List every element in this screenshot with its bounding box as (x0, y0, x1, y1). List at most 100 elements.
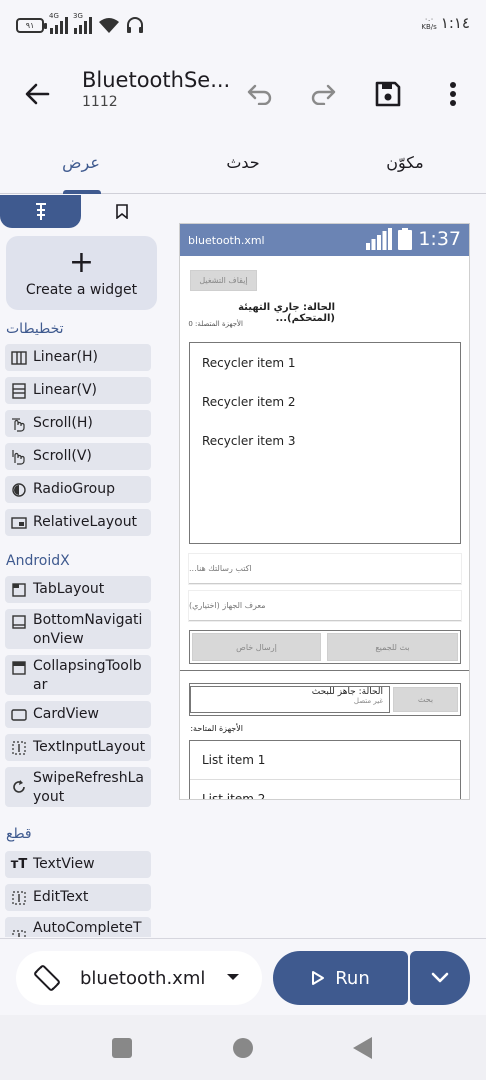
network-speed: ٠.٠ KB/s (421, 15, 437, 31)
widget-bottomnavigationview[interactable]: BottomNavigati onView (5, 609, 151, 649)
create-widget-button[interactable]: + Create a widget (6, 236, 157, 310)
system-nav-bar (0, 1015, 486, 1080)
back-nav-button[interactable] (353, 1037, 372, 1059)
broadcast-button[interactable]: بث للجميع (327, 633, 458, 661)
run-label: Run (335, 967, 370, 989)
card-icon (11, 707, 27, 723)
battery-icon: ٩١ (16, 17, 47, 33)
widgets-icon (35, 202, 46, 220)
widget-autocompletetextview[interactable]: AutoCompleteT extView (5, 917, 151, 937)
text-icon: тT (10, 857, 28, 872)
back-button[interactable] (20, 76, 56, 112)
signal-icon (366, 228, 393, 250)
widget-linear-v[interactable]: Linear(V) (5, 377, 151, 404)
not-connected-text: غير متصل (353, 697, 383, 705)
swipe-vertical-icon (11, 449, 27, 465)
widget-linear-h[interactable]: Linear(H) (5, 344, 151, 371)
run-button[interactable]: Run (273, 951, 408, 1005)
file-selector[interactable]: bluetooth.xml (16, 951, 262, 1005)
bottom-bar: bluetooth.xml Run (0, 938, 486, 1015)
recent-apps-button[interactable] (112, 1038, 132, 1058)
redo-button[interactable] (303, 74, 343, 114)
palette-tab-widgets[interactable] (0, 195, 81, 228)
stop-button[interactable]: إيقاف التشغيل (190, 270, 257, 291)
project-title: BluetoothSe... (82, 68, 231, 92)
rows-icon (11, 382, 27, 399)
app-bar: BluetoothSe... 1112 (0, 56, 486, 132)
undo-icon (247, 84, 272, 105)
main-tabs: عرض حدث مكوّن (0, 132, 486, 194)
wifi-icon (99, 18, 119, 33)
chevron-down-icon (431, 972, 449, 983)
divider (180, 670, 469, 671)
redo-icon (311, 84, 336, 105)
widget-collapsingtoolbar[interactable]: CollapsingToolb ar (5, 655, 151, 695)
recycler-item: Recycler item 1 (202, 355, 296, 370)
network-type-2: 3G (73, 12, 83, 20)
refresh-icon (11, 779, 27, 795)
save-icon (375, 81, 401, 107)
widget-relativelayout[interactable]: RelativeLayout (5, 509, 151, 536)
edit-text-icon (11, 890, 27, 906)
recycler-item: Recycler item 2 (202, 394, 296, 409)
status-time: ١:١٤ (440, 14, 470, 32)
home-button[interactable] (233, 1038, 253, 1058)
search-status-text: الحالة: جاهز للبحث (311, 687, 383, 697)
widget-swiperefreshlayout[interactable]: SwipeRefreshLa yout (5, 767, 151, 807)
toolbar-icon (11, 660, 27, 676)
tab-event[interactable]: حدث (162, 132, 324, 193)
plus-icon: + (68, 245, 95, 280)
autocomplete-icon (11, 929, 27, 937)
save-button[interactable] (368, 74, 408, 114)
devices-list[interactable]: List item 1 List item 2 (189, 740, 461, 799)
layout-preview[interactable]: bluetooth.xml 1:37 إيقاف التشغيل الحالة:… (179, 223, 470, 800)
message-input[interactable]: اكتب رسالتك هنا... (189, 554, 461, 584)
create-widget-label: Create a widget (25, 282, 138, 298)
more-vert-icon (450, 82, 456, 106)
status-bar: ٩١ 4G 3G ٠.٠ KB/s ١:١٤ (0, 0, 486, 56)
swipe-horizontal-icon (11, 416, 27, 432)
device-id-input[interactable]: معرف الجهاز (اختياري) (189, 591, 461, 621)
battery-icon (398, 228, 413, 250)
preview-clock: 1:37 (418, 228, 461, 250)
search-status-box: الحالة: جاهز للبحث غير متصل (190, 686, 390, 713)
play-icon (312, 971, 325, 985)
widget-cardview[interactable]: CardView (5, 701, 151, 728)
preview-file-name: bluetooth.xml (188, 233, 265, 247)
tab-view[interactable]: عرض (0, 132, 162, 194)
signal-icon: 4G (49, 12, 68, 34)
dropdown-arrow-icon (227, 974, 239, 980)
undo-button[interactable] (240, 74, 280, 114)
project-id: 1112 (82, 94, 118, 110)
arrow-left-icon (25, 83, 50, 105)
widget-textinputlayout[interactable]: TextInputLayout (5, 734, 151, 761)
radio-icon (11, 482, 27, 498)
available-devices-label: الأجهزة المتاحة: (190, 724, 243, 733)
widget-scroll-h[interactable]: Scroll(H) (5, 410, 151, 437)
recycler-item: Recycler item 3 (202, 433, 296, 448)
list-item[interactable]: List item 2 (190, 780, 460, 799)
run-options-button[interactable] (410, 951, 470, 1005)
search-row: الحالة: جاهز للبحث غير متصل بحث (189, 683, 461, 716)
preview-status-bar: bluetooth.xml 1:37 (180, 224, 469, 256)
connected-devices-text: الأجهزة المتصلة: 0 (188, 320, 243, 328)
network-type-1: 4G (49, 12, 59, 20)
palette-tab-bookmarks[interactable] (81, 195, 162, 228)
private-send-button[interactable]: إرسال خاص (192, 633, 321, 661)
widget-scroll-v[interactable]: Scroll(V) (5, 443, 151, 470)
more-options-button[interactable] (433, 74, 473, 114)
widget-palette: + Create a widget تخطيطات Linear(H) Line… (0, 195, 170, 937)
widget-tablayout[interactable]: TabLayout (5, 576, 151, 603)
recycler-view[interactable]: Recycler item 1 Recycler item 2 Recycler… (189, 342, 461, 544)
bottom-nav-icon (11, 614, 27, 630)
search-button[interactable]: بحث (393, 687, 458, 712)
list-item[interactable]: List item 1 (190, 741, 460, 780)
columns-icon (11, 350, 27, 366)
screen-rotation-icon (32, 963, 62, 993)
text-input-icon (11, 740, 27, 756)
section-widgets: قطع (6, 826, 32, 842)
widget-radiogroup[interactable]: RadioGroup (5, 476, 151, 503)
widget-textview[interactable]: тT TextView (5, 851, 151, 878)
widget-edittext[interactable]: EditText (5, 884, 151, 911)
tab-component[interactable]: مكوّن (324, 132, 486, 193)
